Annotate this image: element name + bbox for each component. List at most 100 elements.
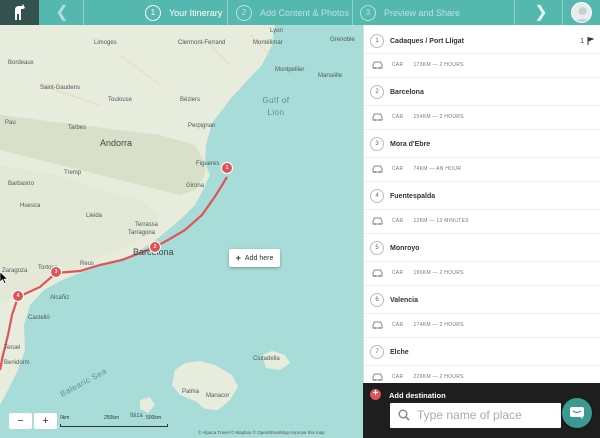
leg-item[interactable]: CAR 196KM — 2 HOURS	[372, 267, 464, 279]
stop-number: 4	[370, 189, 384, 203]
step-number: 3	[360, 4, 376, 21]
city-label: Barbastro	[8, 181, 35, 187]
search-icon	[398, 409, 410, 421]
leg-item[interactable]: CAR 173KM — 2 HOURS	[372, 59, 464, 71]
city-label: Toulouse	[108, 97, 133, 103]
leg-item[interactable]: CAR 174KM — 2 HOURS	[372, 319, 464, 331]
map-marker[interactable]: 1	[221, 162, 233, 174]
divider	[364, 53, 600, 54]
city-label: Reus	[80, 261, 95, 267]
stop-item[interactable]: 4 Fuentespalda	[370, 187, 594, 205]
car-icon	[372, 269, 383, 277]
city-label: Lleida	[86, 213, 103, 219]
stop-number: 5	[370, 241, 384, 255]
map-attribution[interactable]: © Alpaca Travel © Mapbox © OpenStreetMap…	[198, 430, 325, 435]
city-label: Clermont-Ferrand	[178, 40, 226, 46]
scale-label: 250km	[104, 415, 120, 421]
divider	[364, 77, 600, 78]
leg-distance: 196KM — 2 HOURS	[413, 270, 464, 276]
map-marker[interactable]: 3	[50, 266, 62, 278]
previous-step-arrow-icon[interactable]: ❮	[49, 0, 75, 25]
leg-distance: 174KM — 2 HOURS	[413, 322, 464, 328]
city-label: Benidorm	[4, 360, 30, 366]
step-number: 2	[236, 4, 252, 21]
user-avatar[interactable]	[571, 2, 592, 23]
leg-item[interactable]: CAR 229KM — 2 HOURS	[372, 371, 464, 383]
step-your-itinerary[interactable]: 1 Your Itinerary	[145, 0, 222, 25]
city-label: Béziers	[180, 97, 201, 103]
zoom-out-button[interactable]: −	[9, 413, 32, 429]
stop-nights[interactable]: 1	[580, 37, 594, 45]
chat-icon	[570, 407, 584, 419]
nights-count: 1	[580, 37, 584, 45]
stop-item[interactable]: 3 Mora d'Ebre	[370, 135, 594, 153]
leg-item[interactable]: CAR 154KM — 2 HOURS	[372, 111, 464, 123]
add-here-label: Add here	[244, 254, 274, 262]
destination-search-input[interactable]: Type name of place	[390, 403, 561, 428]
add-destination-label: Add destination	[389, 391, 446, 400]
stop-name: Elche	[390, 348, 409, 356]
top-bar: ❮ 1 Your Itinerary 2 Add Content & Photo…	[0, 0, 600, 25]
stop-item[interactable]: 6 Valencia	[370, 291, 594, 309]
divider	[364, 337, 600, 338]
step-add-content[interactable]: 2 Add Content & Photos	[236, 0, 349, 25]
add-destination-plus-icon[interactable]: +	[370, 389, 381, 400]
city-label: Montpellier	[275, 67, 305, 73]
city-label: Terrassa	[135, 222, 159, 228]
step-label: Add Content & Photos	[260, 7, 350, 18]
divider	[364, 365, 600, 366]
leg-mode: CAR	[392, 114, 404, 120]
city-label: Pau	[5, 120, 16, 126]
stop-item[interactable]: 2 Barcelona	[370, 83, 594, 101]
stop-number: 2	[370, 85, 384, 99]
city-label: Grenoble	[330, 37, 355, 43]
stop-number: 7	[370, 345, 384, 359]
alpaca-logo-icon	[14, 3, 25, 20]
divider	[562, 0, 563, 25]
city-label: Tremp	[64, 170, 82, 176]
leg-item[interactable]: CAR 74KM — AN HOUR	[372, 163, 461, 175]
leg-mode: CAR	[392, 166, 404, 172]
stop-item[interactable]: 7 Elche	[370, 343, 594, 361]
step-label: Your Itinerary	[169, 7, 223, 18]
leg-item[interactable]: CAR 12KM — 13 MINUTES	[372, 215, 469, 227]
car-icon	[372, 217, 383, 225]
search-placeholder: Type name of place	[417, 408, 522, 422]
divider	[364, 285, 600, 286]
divider	[83, 0, 84, 25]
stop-name: Cadaques / Port Lligat	[390, 37, 464, 45]
stop-name: Monroyo	[390, 244, 420, 252]
leg-mode: CAR	[392, 374, 404, 380]
divider	[364, 233, 600, 234]
flag-icon	[587, 37, 594, 45]
next-step-arrow-icon[interactable]: ❯	[528, 0, 554, 25]
map-marker[interactable]: 4	[12, 290, 24, 302]
map-view[interactable]: Limoges Clermont-Ferrand Lyon Montélimar…	[0, 25, 363, 438]
map-marker[interactable]: 2	[149, 241, 161, 253]
add-here-popup[interactable]: + Add here	[229, 249, 280, 267]
stop-item[interactable]: 1 Cadaques / Port Lligat 1	[370, 32, 594, 50]
stop-item[interactable]: 5 Monroyo	[370, 239, 594, 257]
divider	[227, 0, 228, 25]
zoom-controls: − +	[9, 413, 57, 429]
scale-label: 0km	[60, 415, 70, 421]
car-icon	[372, 373, 383, 381]
leg-mode: CAR	[392, 322, 404, 328]
chat-button[interactable]	[562, 398, 592, 428]
step-preview-share[interactable]: 3 Preview and Share	[360, 0, 460, 25]
divider	[514, 0, 515, 25]
alpaca-logo[interactable]	[0, 0, 39, 25]
itinerary-sidebar: 1 Cadaques / Port Lligat 1 CAR 173KM — 2…	[363, 25, 600, 438]
stop-name: Fuentespalda	[390, 192, 436, 200]
city-label: Manacor	[206, 393, 230, 399]
city-label: Tarragona	[128, 230, 156, 236]
zoom-in-button[interactable]: +	[34, 413, 57, 429]
mouse-cursor-icon	[0, 272, 8, 284]
leg-distance: 154KM — 2 HOURS	[413, 114, 464, 120]
step-label: Preview and Share	[384, 7, 461, 18]
city-label: Lyon	[270, 28, 283, 34]
divider	[364, 157, 600, 158]
city-label: Alcañiz	[50, 295, 70, 301]
scale-bar	[60, 424, 168, 427]
city-label: Marseille	[318, 73, 343, 79]
